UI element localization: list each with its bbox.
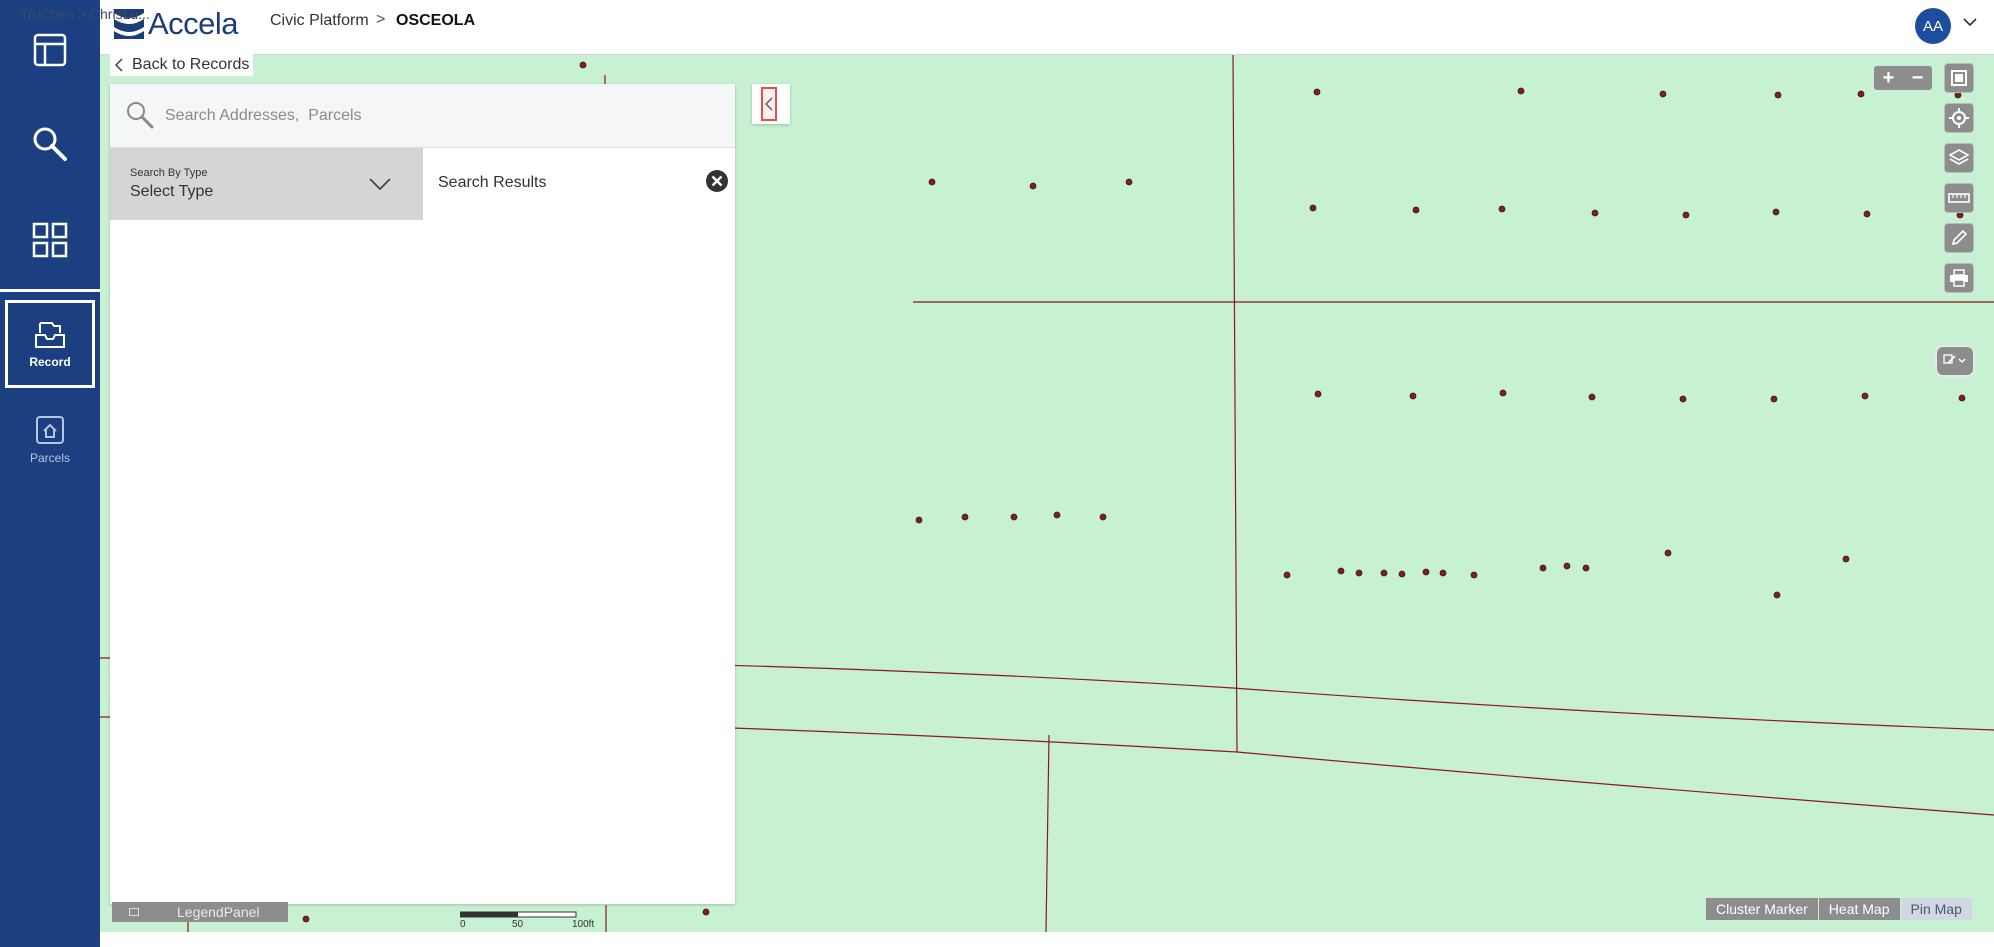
scale-tick-50: 50 <box>512 919 524 930</box>
nav-parcels[interactable]: Parcels <box>0 405 100 475</box>
scale-tick-0: 0 <box>460 919 466 930</box>
legend-icon <box>129 908 139 916</box>
left-nav: Record Parcels <box>0 0 100 947</box>
breadcrumb-root[interactable]: Civic Platform <box>270 12 369 30</box>
parcel-icon <box>36 416 64 444</box>
search-input[interactable] <box>165 102 705 130</box>
draw-button[interactable] <box>1944 223 1974 253</box>
back-link-label: Back to Records <box>132 56 250 73</box>
chevron-left-icon <box>765 97 773 111</box>
crosshair-icon <box>1949 108 1969 128</box>
search-results-label: Search Results <box>438 174 547 191</box>
user-avatar[interactable]: AA <box>1915 8 1951 44</box>
nav-record-label: Record <box>29 355 71 369</box>
ruler-icon <box>1948 193 1970 203</box>
layers-button[interactable] <box>1944 143 1974 173</box>
top-header: Accela Civic Platform > OSCEOLA AA <box>100 0 1994 55</box>
fullscreen-icon <box>1951 70 1967 86</box>
printer-icon <box>1950 269 1968 287</box>
nav-search[interactable] <box>0 116 100 172</box>
scale-tick-100: 100ft <box>572 919 594 930</box>
legend-panel-toggle[interactable]: LegendPanel <box>112 902 288 922</box>
print-button[interactable] <box>1944 263 1974 293</box>
locate-button[interactable] <box>1944 103 1974 133</box>
collapse-panel-inner <box>761 87 777 121</box>
back-to-records-link[interactable]: Back to Records <box>110 54 254 76</box>
ghost-breadcrumb: TruChen > ChrisLu... <box>20 6 150 22</box>
chevron-left-icon <box>114 58 123 72</box>
inbox-icon <box>35 322 65 348</box>
zoom-in-icon[interactable]: + <box>1883 67 1895 90</box>
search-panel: Search By Type Select Type Search Result… <box>110 84 735 904</box>
fullscreen-button[interactable] <box>1944 63 1974 93</box>
nav-record[interactable]: Record <box>0 310 100 380</box>
breadcrumb-current: OSCEOLA <box>396 12 476 29</box>
nav-parcels-label: Parcels <box>29 451 70 465</box>
nav-dashboard[interactable] <box>0 22 100 78</box>
search-type-select[interactable]: Search By Type Select Type <box>110 148 423 220</box>
logo-text: Accela <box>148 6 239 41</box>
zoom-out-icon[interactable]: − <box>1912 67 1924 90</box>
breadcrumb-separator: > <box>376 11 386 28</box>
search-bar <box>110 84 735 148</box>
grid-icon <box>32 222 68 258</box>
search-icon <box>127 102 154 129</box>
chevron-down-icon[interactable] <box>1962 16 1978 28</box>
nav-apps[interactable] <box>0 212 100 268</box>
heat-map-button[interactable]: Heat Map <box>1818 898 1901 920</box>
map-mode-switcher: Cluster Marker Heat Map Pin Map <box>1706 898 1973 920</box>
search-icon <box>33 127 67 161</box>
map-scale-bar: 0 50 100ft <box>460 911 594 930</box>
close-icon[interactable] <box>705 169 729 193</box>
edit-dropdown-icon <box>1943 354 1966 364</box>
nav-divider <box>0 289 100 292</box>
zoom-controls: + − <box>1874 66 1932 90</box>
search-type-value: Select Type <box>130 183 214 200</box>
edit-tools-button[interactable] <box>1935 345 1975 377</box>
cluster-marker-button[interactable]: Cluster Marker <box>1706 898 1819 920</box>
collapse-panel-button[interactable] <box>752 84 790 124</box>
layout-icon <box>33 33 67 67</box>
search-type-label: Search By Type <box>130 167 208 179</box>
legend-label: LegendPanel <box>177 904 260 920</box>
layers-icon <box>1949 149 1969 165</box>
pencil-icon <box>1951 229 1968 246</box>
pin-map-button[interactable]: Pin Map <box>1900 898 1973 920</box>
measure-button[interactable] <box>1944 183 1974 213</box>
chevron-down-icon <box>369 178 391 191</box>
